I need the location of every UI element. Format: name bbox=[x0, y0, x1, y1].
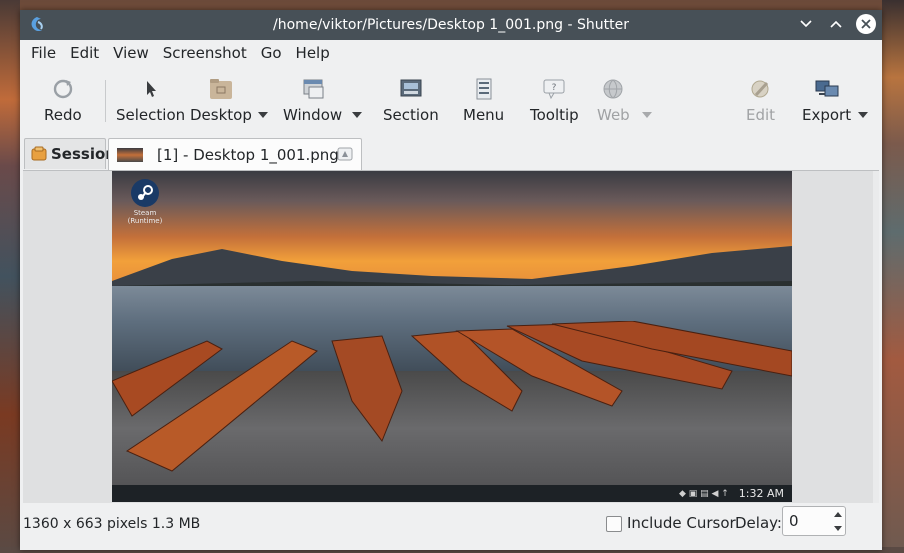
vertical-scrollbar[interactable] bbox=[873, 171, 879, 503]
desktop-wallpaper-left bbox=[0, 0, 20, 553]
spin-down-icon[interactable] bbox=[834, 525, 842, 531]
steam-icon bbox=[131, 179, 159, 207]
maximize-icon[interactable] bbox=[826, 14, 846, 34]
include-cursor-label[interactable]: Include Cursor bbox=[627, 514, 736, 532]
tab-close-icon[interactable] bbox=[337, 147, 353, 161]
menu-go[interactable]: Go bbox=[254, 44, 289, 62]
window-dropdown-icon[interactable] bbox=[352, 112, 362, 118]
export-icon bbox=[814, 76, 840, 102]
toolbar-separator bbox=[105, 80, 106, 122]
steam-desktop-shortcut[interactable]: Steam (Runtime) bbox=[124, 179, 166, 225]
preview-taskbar: ◆ ▣ ▤ ◀ ↑ 1:32 AM bbox=[112, 485, 792, 502]
redo-button[interactable]: Redo bbox=[44, 66, 82, 124]
include-cursor-checkbox[interactable] bbox=[606, 516, 622, 532]
section-label: Section bbox=[383, 106, 439, 124]
redo-label: Redo bbox=[44, 106, 82, 124]
close-icon[interactable] bbox=[856, 14, 876, 34]
menu-bar: File Edit View Screenshot Go Help bbox=[20, 40, 882, 66]
window-label: Window bbox=[283, 106, 343, 124]
menu-screenshot[interactable]: Screenshot bbox=[156, 44, 254, 62]
image-info: 1360 x 663 pixels 1.3 MB bbox=[23, 516, 201, 532]
edit-brush-icon bbox=[748, 76, 774, 102]
shutter-window: /home/viktor/Pictures/Desktop 1_001.png … bbox=[20, 10, 882, 550]
menu-view[interactable]: View bbox=[106, 44, 156, 62]
window-title: /home/viktor/Pictures/Desktop 1_001.png … bbox=[273, 17, 629, 33]
svg-text:?: ? bbox=[552, 83, 557, 93]
web-label: Web bbox=[597, 106, 630, 124]
cursor-arrow-icon bbox=[138, 76, 164, 102]
menu-label: Menu bbox=[463, 106, 505, 124]
globe-icon bbox=[600, 76, 626, 102]
menu-icon bbox=[471, 76, 497, 102]
tooltip-icon: ? bbox=[541, 76, 567, 102]
menu-file[interactable]: File bbox=[24, 44, 63, 62]
menu-help[interactable]: Help bbox=[289, 44, 337, 62]
toolbar: Redo Selection Desktop Window Section Me… bbox=[20, 66, 882, 138]
tab-session[interactable]: Session bbox=[24, 138, 116, 169]
spin-up-icon[interactable] bbox=[834, 511, 842, 517]
section-button[interactable]: Section bbox=[383, 66, 439, 124]
desktop-wallpaper-right bbox=[882, 0, 904, 553]
tab-session-label: Session bbox=[51, 145, 116, 163]
edit-button[interactable]: Edit bbox=[746, 66, 775, 124]
tab-desktop-file[interactable]: [1] - Desktop 1_001.png bbox=[108, 138, 362, 170]
title-bar[interactable]: /home/viktor/Pictures/Desktop 1_001.png … bbox=[20, 10, 882, 40]
delay-label: Delay: bbox=[735, 514, 782, 532]
desktop-folder-icon bbox=[208, 76, 234, 102]
tab-file-label: [1] - Desktop 1_001.png bbox=[157, 145, 339, 164]
desktop-button[interactable]: Desktop bbox=[190, 66, 252, 124]
mountain-range bbox=[112, 246, 792, 291]
file-thumbnail bbox=[117, 147, 143, 162]
status-bar: 1360 x 663 pixels 1.3 MB Include Cursor … bbox=[20, 504, 882, 550]
window-button[interactable]: Window bbox=[283, 66, 342, 124]
window-icon bbox=[300, 76, 326, 102]
export-button[interactable]: Export bbox=[802, 66, 851, 124]
tab-bar: Session [1] - Desktop 1_001.png bbox=[20, 138, 882, 170]
session-hand-icon bbox=[31, 146, 47, 162]
desktop-dropdown-icon[interactable] bbox=[258, 112, 268, 118]
shutter-app-icon bbox=[28, 16, 46, 34]
preview-clock: 1:32 AM bbox=[738, 487, 784, 500]
menu-button[interactable]: Menu bbox=[463, 66, 504, 124]
screenshot-preview-image[interactable]: Steam (Runtime) ◆ ▣ ▤ ◀ ↑ 1:32 AM bbox=[112, 171, 792, 502]
rowing-boats bbox=[112, 321, 792, 472]
web-button[interactable]: Web bbox=[597, 66, 630, 124]
desktop-label: Desktop bbox=[190, 106, 252, 124]
selection-button[interactable]: Selection bbox=[116, 66, 185, 124]
web-dropdown-icon[interactable] bbox=[642, 112, 652, 118]
export-dropdown-icon[interactable] bbox=[858, 112, 868, 118]
tooltip-button[interactable]: ? Tooltip bbox=[530, 66, 579, 124]
minimize-icon[interactable] bbox=[796, 14, 816, 34]
export-label: Export bbox=[802, 106, 852, 124]
selection-label: Selection bbox=[116, 106, 186, 124]
preview-area[interactable]: Steam (Runtime) ◆ ▣ ▤ ◀ ↑ 1:32 AM bbox=[23, 170, 879, 503]
section-icon bbox=[398, 76, 424, 102]
steam-label: Steam (Runtime) bbox=[127, 209, 163, 225]
delay-spinner[interactable] bbox=[830, 507, 846, 535]
tooltip-label: Tooltip bbox=[530, 106, 579, 124]
edit-label: Edit bbox=[746, 106, 776, 124]
tray-icons: ◆ ▣ ▤ ◀ ↑ bbox=[678, 488, 729, 499]
menu-edit[interactable]: Edit bbox=[63, 44, 106, 62]
redo-icon bbox=[50, 76, 76, 102]
